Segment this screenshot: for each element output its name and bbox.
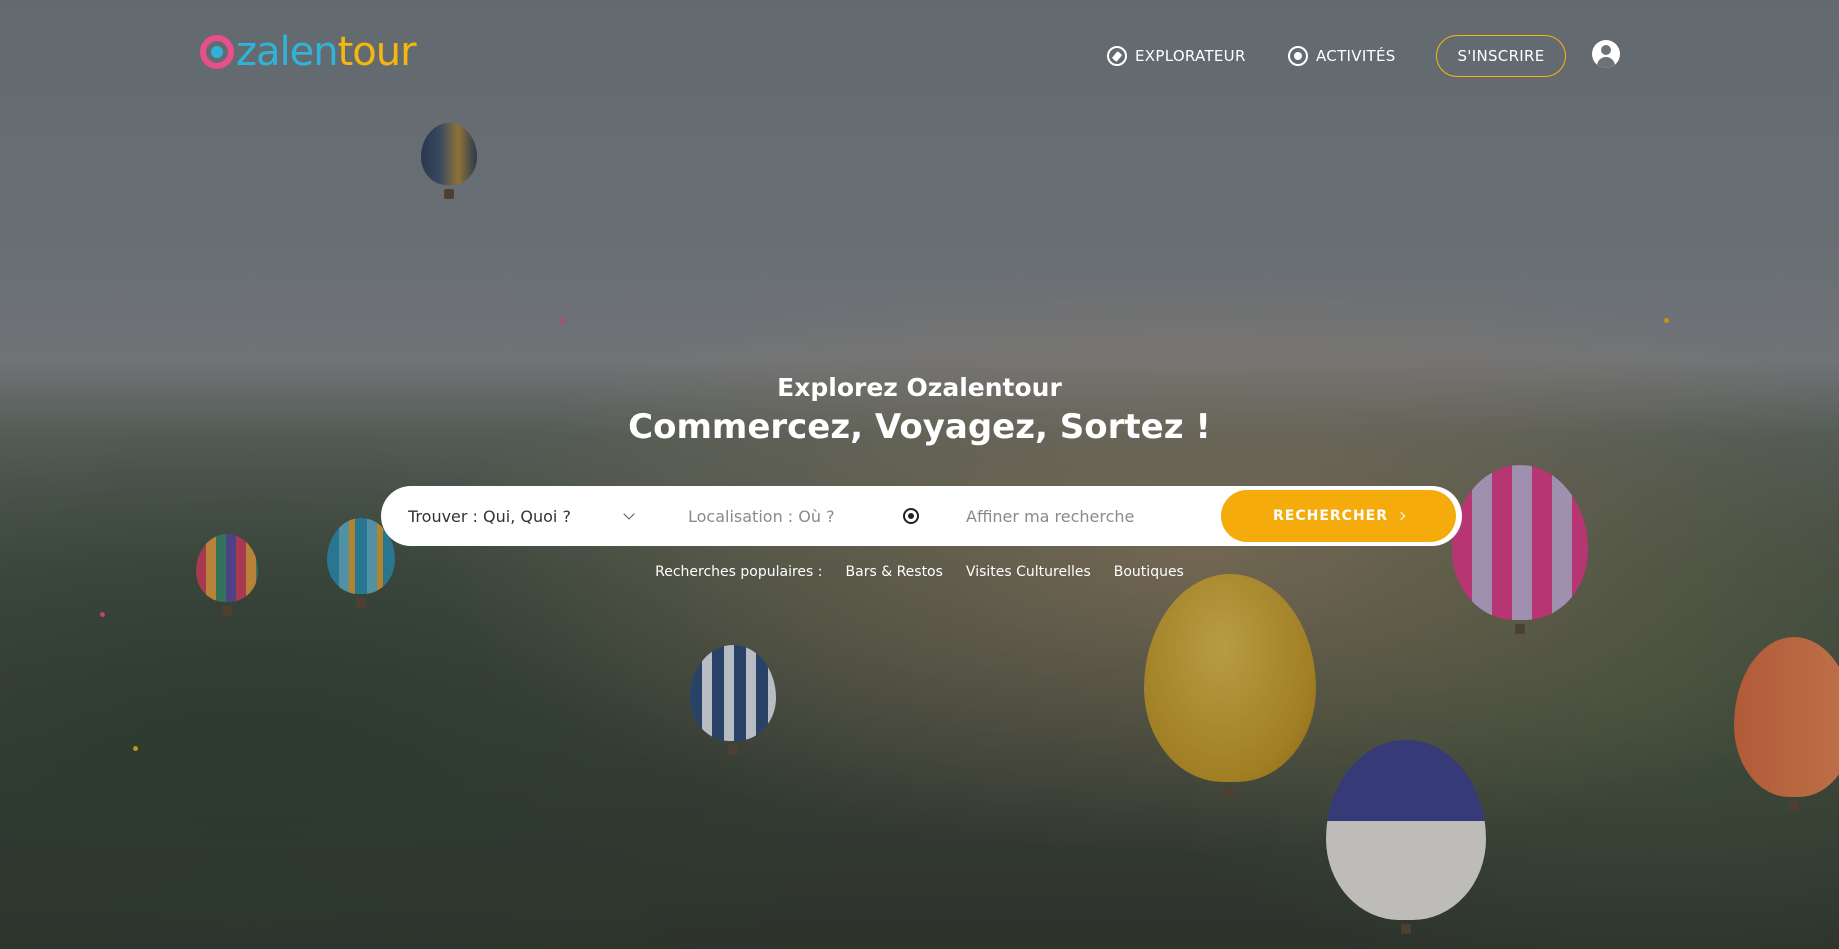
target-icon xyxy=(1288,46,1308,66)
category-dropdown[interactable]: Trouver : Qui, Quoi ? xyxy=(408,486,635,546)
category-dropdown-label: Trouver : Qui, Quoi ? xyxy=(408,506,571,526)
hero-title: Explorez Ozalentour xyxy=(777,373,1062,402)
nav-item-activites[interactable]: ACTIVITÉS xyxy=(1288,46,1396,66)
signup-button[interactable]: S'INSCRIRE xyxy=(1436,35,1566,77)
popular-searches: Recherches populaires : Bars & Restos Vi… xyxy=(0,564,1839,580)
balloon-image xyxy=(1326,740,1486,934)
logo-text-part2: tour xyxy=(337,29,417,75)
hero-subtitle: Commercez, Voyagez, Sortez ! xyxy=(628,407,1211,447)
refine-search-input[interactable] xyxy=(966,500,1216,532)
balloon-image xyxy=(1452,465,1588,634)
location-input[interactable] xyxy=(688,500,888,532)
chevron-right-icon xyxy=(1396,511,1406,521)
decorative-dot xyxy=(1664,318,1669,323)
geolocate-icon[interactable] xyxy=(903,508,919,524)
logo-text-part1: zalen xyxy=(236,29,339,75)
nav-item-label: EXPLORATEUR xyxy=(1135,47,1246,65)
search-bar: Trouver : Qui, Quoi ? RECHERCHER xyxy=(381,486,1462,546)
balloon-image xyxy=(1144,574,1316,796)
nav-item-label: ACTIVITÉS xyxy=(1316,47,1396,65)
ozalentour-logo[interactable]: zalen tour xyxy=(200,28,417,76)
balloon-image xyxy=(1734,637,1839,811)
decorative-dot xyxy=(100,612,105,617)
balloon-image xyxy=(690,645,776,755)
compass-icon xyxy=(1107,46,1127,66)
logo-ring-icon xyxy=(200,35,234,69)
search-button-label: RECHERCHER xyxy=(1272,508,1388,524)
user-icon[interactable] xyxy=(1592,40,1620,68)
popular-link-boutiques[interactable]: Boutiques xyxy=(1114,564,1184,580)
decorative-dot xyxy=(133,746,138,751)
popular-link-visites-culturelles[interactable]: Visites Culturelles xyxy=(966,564,1091,580)
nav-item-explorateur[interactable]: EXPLORATEUR xyxy=(1107,46,1246,66)
site-header: zalen tour EXPLORATEUR ACTIVITÉS S'INSCR… xyxy=(0,0,1839,110)
search-button[interactable]: RECHERCHER xyxy=(1221,490,1456,542)
decorative-dot xyxy=(560,318,565,323)
balloon-image xyxy=(421,123,477,199)
popular-link-bars-restos[interactable]: Bars & Restos xyxy=(846,564,943,580)
chevron-down-icon xyxy=(623,508,635,520)
hero-background xyxy=(0,0,1839,949)
popular-searches-label: Recherches populaires : xyxy=(655,564,823,580)
